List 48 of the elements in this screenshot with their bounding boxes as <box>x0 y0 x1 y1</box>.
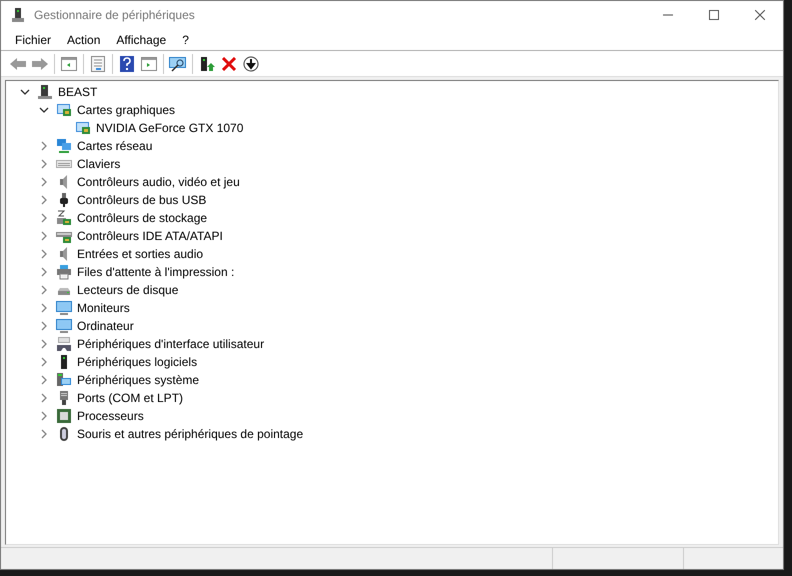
tree-item[interactable]: BEAST <box>57 83 98 101</box>
network-icon <box>56 138 72 154</box>
tree-item[interactable]: Périphériques système <box>76 371 200 389</box>
tree-item[interactable]: Ordinateur <box>76 317 135 335</box>
tree-item[interactable]: Processeurs <box>76 407 145 425</box>
tree-item[interactable]: NVIDIA GeForce GTX 1070 <box>95 119 244 137</box>
tree-item[interactable]: Contrôleurs IDE ATA/ATAPI <box>76 227 224 245</box>
tree-item[interactable]: Claviers <box>76 155 122 173</box>
monitor-icon <box>56 300 72 316</box>
tree-item[interactable]: Cartes réseau <box>76 137 154 155</box>
tree-item[interactable]: Cartes graphiques <box>76 101 176 119</box>
window-panel-icon <box>61 56 77 70</box>
cross-icon <box>222 56 236 70</box>
tree-item[interactable]: Périphériques logiciels <box>76 353 198 371</box>
help-icon <box>120 56 134 72</box>
menu-item[interactable]: Fichier <box>7 30 60 48</box>
tree-item[interactable]: Entrées et sorties audio <box>76 245 204 263</box>
keyboard-gamepad-icon <box>56 336 72 352</box>
left-arrow-icon <box>9 56 27 70</box>
tree-item[interactable]: Lecteurs de disque <box>76 281 180 299</box>
printer-icon <box>56 264 72 280</box>
menu-item[interactable]: Action <box>59 30 108 48</box>
tree-item[interactable]: Contrôleurs de stockage <box>76 209 208 227</box>
menu-item[interactable]: Affichage <box>108 30 174 48</box>
monitor-magnifier-icon <box>169 56 187 72</box>
menu-item[interactable]: ? <box>174 30 197 48</box>
document-icon <box>90 56 106 72</box>
display-card-icon <box>75 120 91 136</box>
storage-controller-icon <box>56 210 72 226</box>
device-arrow-up-icon <box>199 56 215 72</box>
window-panel-icon <box>141 56 157 70</box>
tree-item[interactable]: Files d'attente à l'impression : <box>76 263 236 281</box>
computer-tower-icon <box>10 7 26 23</box>
tree-item[interactable]: Ports (COM et LPT) <box>76 389 184 407</box>
close-icon <box>755 10 765 20</box>
window-title: Gestionnaire de périphériques <box>34 7 195 24</box>
tree-item[interactable]: Souris et autres périphériques de pointage <box>76 425 304 443</box>
monitor-icon <box>56 318 72 334</box>
tree-item[interactable]: Périphériques d'interface utilisateur <box>76 335 266 353</box>
processor-chip-icon <box>56 408 72 424</box>
tree-item[interactable]: Contrôleurs de bus USB <box>76 191 208 209</box>
system-devices-icon <box>56 372 72 388</box>
tree-item[interactable]: Contrôleurs audio, vidéo et jeu <box>76 173 241 191</box>
computer-tower-icon <box>37 84 53 100</box>
tree-item[interactable]: Moniteurs <box>76 299 131 317</box>
right-arrow-icon <box>31 56 49 70</box>
maximize-icon <box>709 10 719 20</box>
display-card-icon <box>56 102 72 118</box>
